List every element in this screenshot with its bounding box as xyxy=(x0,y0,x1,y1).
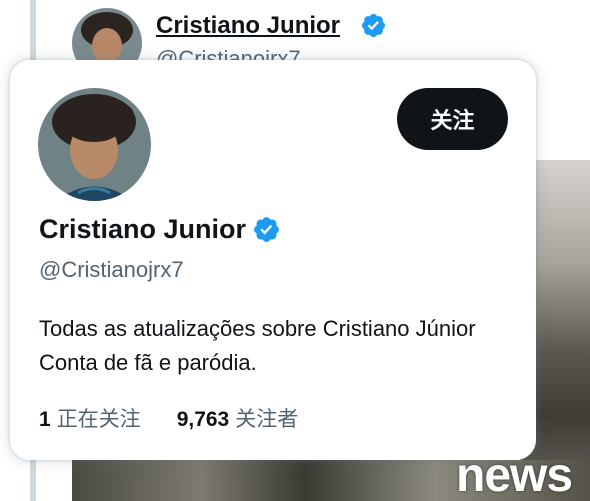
following-count: 1 xyxy=(39,408,51,431)
followers-label: 关注者 xyxy=(235,407,299,431)
verified-badge-icon[interactable] xyxy=(252,215,281,244)
profile-display-name[interactable]: Cristiano Junior xyxy=(39,214,246,245)
page: Cristiano Junior @Cristianojrx7 news 关注 … xyxy=(0,0,590,501)
profile-handle[interactable]: @Cristianojrx7 xyxy=(39,257,184,283)
follow-button[interactable]: 关注 xyxy=(397,88,508,150)
verified-badge-icon xyxy=(361,13,386,38)
following-stat[interactable]: 1 正在关注 xyxy=(39,403,141,433)
followers-count: 9,763 xyxy=(176,408,230,431)
followers-stat[interactable]: 9,763 关注者 xyxy=(177,403,299,433)
profile-avatar[interactable] xyxy=(38,88,151,201)
profile-name-row: Cristiano Junior xyxy=(39,214,281,245)
profile-bio: Todas as atualizações sobre Cristiano Jú… xyxy=(39,316,488,375)
profile-hover-card: 关注 Cristiano Junior @Cristianojrx7 Todas… xyxy=(10,60,536,460)
profile-stats: 1 正在关注 9,763 关注者 xyxy=(39,403,298,433)
following-label: 正在关注 xyxy=(56,407,141,431)
background-author-name[interactable]: Cristiano Junior xyxy=(156,12,340,40)
